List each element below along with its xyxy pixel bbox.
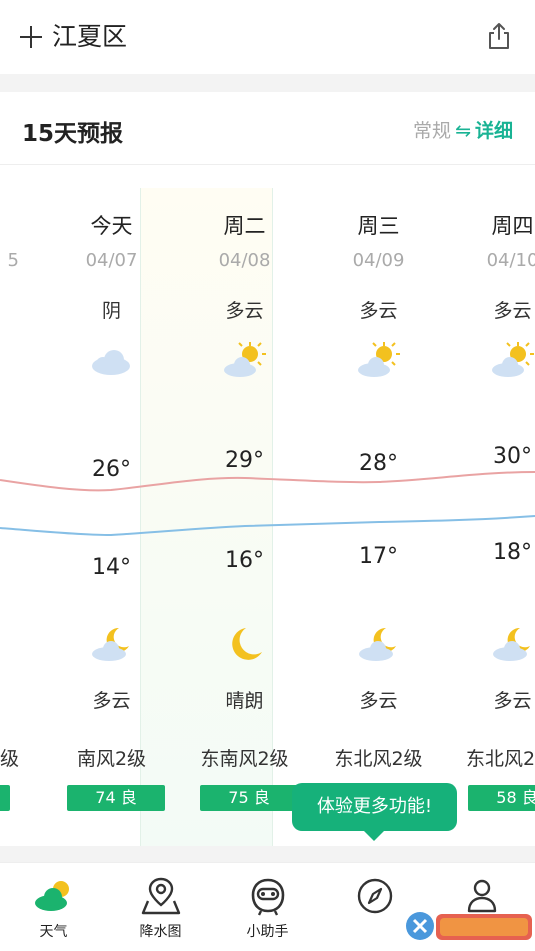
high-temp: 29° bbox=[225, 448, 264, 473]
day-column-today[interactable]: 今天 04/07 阴 26° 14° 多云 南风2级 74 良 bbox=[45, 92, 178, 846]
sun-cloud-icon bbox=[492, 342, 534, 377]
wind: 东南风2级 bbox=[200, 748, 289, 770]
cloud-icon bbox=[92, 350, 130, 375]
assistant-icon bbox=[251, 878, 285, 916]
share-icon[interactable] bbox=[486, 22, 512, 50]
nav-label: 天气 bbox=[39, 924, 68, 940]
date: 04/07 bbox=[85, 250, 138, 271]
night-condition: 多云 bbox=[359, 690, 398, 712]
date: 04/10 bbox=[486, 250, 535, 271]
moon-cloud-icon bbox=[359, 627, 396, 661]
aqi-badge: 75 良 bbox=[200, 785, 298, 811]
watermark-logo bbox=[406, 912, 532, 940]
day-name: 周四 bbox=[491, 214, 534, 238]
compass-icon bbox=[357, 878, 393, 914]
weather-icon bbox=[35, 881, 69, 911]
nav-weather[interactable]: 天气 bbox=[0, 863, 107, 951]
moon-cloud-icon bbox=[92, 627, 129, 661]
date: 5 bbox=[7, 250, 19, 271]
aqi-badge: 58 良 bbox=[468, 785, 535, 811]
aqi-badge: 74 良 bbox=[67, 785, 165, 811]
add-city-icon[interactable] bbox=[20, 26, 42, 48]
nav-label: 降水图 bbox=[139, 924, 182, 940]
nav-assistant[interactable]: 小助手 bbox=[214, 863, 321, 951]
high-temp: 28° bbox=[359, 451, 398, 476]
day-name: 今天 bbox=[90, 214, 133, 238]
moon-icon bbox=[232, 628, 262, 660]
night-condition: 多云 bbox=[493, 690, 532, 712]
wind: 东北风2 bbox=[466, 748, 535, 770]
day-condition: 多云 bbox=[493, 300, 532, 322]
map-pin-icon bbox=[141, 877, 181, 915]
day-condition: 多云 bbox=[359, 300, 398, 322]
nav-precip-map[interactable]: 降水图 bbox=[107, 863, 214, 951]
night-condition: 晴朗 bbox=[225, 690, 264, 712]
day-name: 周二 bbox=[223, 214, 266, 238]
city-name[interactable]: 江夏区 bbox=[52, 20, 127, 54]
moon-cloud-icon bbox=[493, 627, 530, 661]
day-column-prev[interactable]: 5 级 bbox=[0, 92, 23, 846]
day-column-thu[interactable]: 周四 04/10 多云 30° 18° 多云 东北风2 58 良 bbox=[446, 92, 535, 846]
high-temp: 26° bbox=[92, 457, 131, 482]
low-temp: 18° bbox=[493, 540, 532, 565]
sun-cloud-icon bbox=[224, 342, 266, 377]
top-bar: 江夏区 bbox=[0, 0, 535, 74]
day-condition: 阴 bbox=[101, 300, 121, 322]
feature-tooltip[interactable]: 体验更多功能! bbox=[292, 783, 457, 841]
nav-label: 小助手 bbox=[246, 924, 289, 940]
night-condition: 多云 bbox=[92, 690, 131, 712]
wind: 级 bbox=[0, 748, 19, 770]
day-column-wed[interactable]: 周三 04/09 多云 28° 17° 多云 东北风2级 bbox=[312, 92, 445, 846]
low-temp: 16° bbox=[225, 548, 264, 573]
low-temp: 14° bbox=[92, 555, 131, 580]
high-temp: 30° bbox=[493, 444, 532, 469]
low-temp: 17° bbox=[359, 544, 398, 569]
wind: 东北风2级 bbox=[334, 748, 423, 770]
day-condition: 多云 bbox=[225, 300, 264, 322]
date: 04/09 bbox=[352, 250, 405, 271]
forecast-card: 15天预报 常规 ⇋ 详细 5 级 今天 04/07 阴 26° 14° 多云 … bbox=[0, 92, 535, 846]
day-column-tue[interactable]: 周二 04/08 多云 29° 16° 晴朗 东南风2级 75 良 bbox=[178, 92, 311, 846]
date: 04/08 bbox=[218, 250, 271, 271]
weather-app: 江夏区 15天预报 常规 ⇋ 详细 5 级 今天 04/07 阴 26° 14°… bbox=[0, 0, 535, 951]
sun-cloud-icon bbox=[358, 342, 400, 377]
wind: 南风2级 bbox=[76, 748, 147, 770]
aqi-badge bbox=[0, 785, 10, 811]
day-name: 周三 bbox=[357, 214, 400, 238]
